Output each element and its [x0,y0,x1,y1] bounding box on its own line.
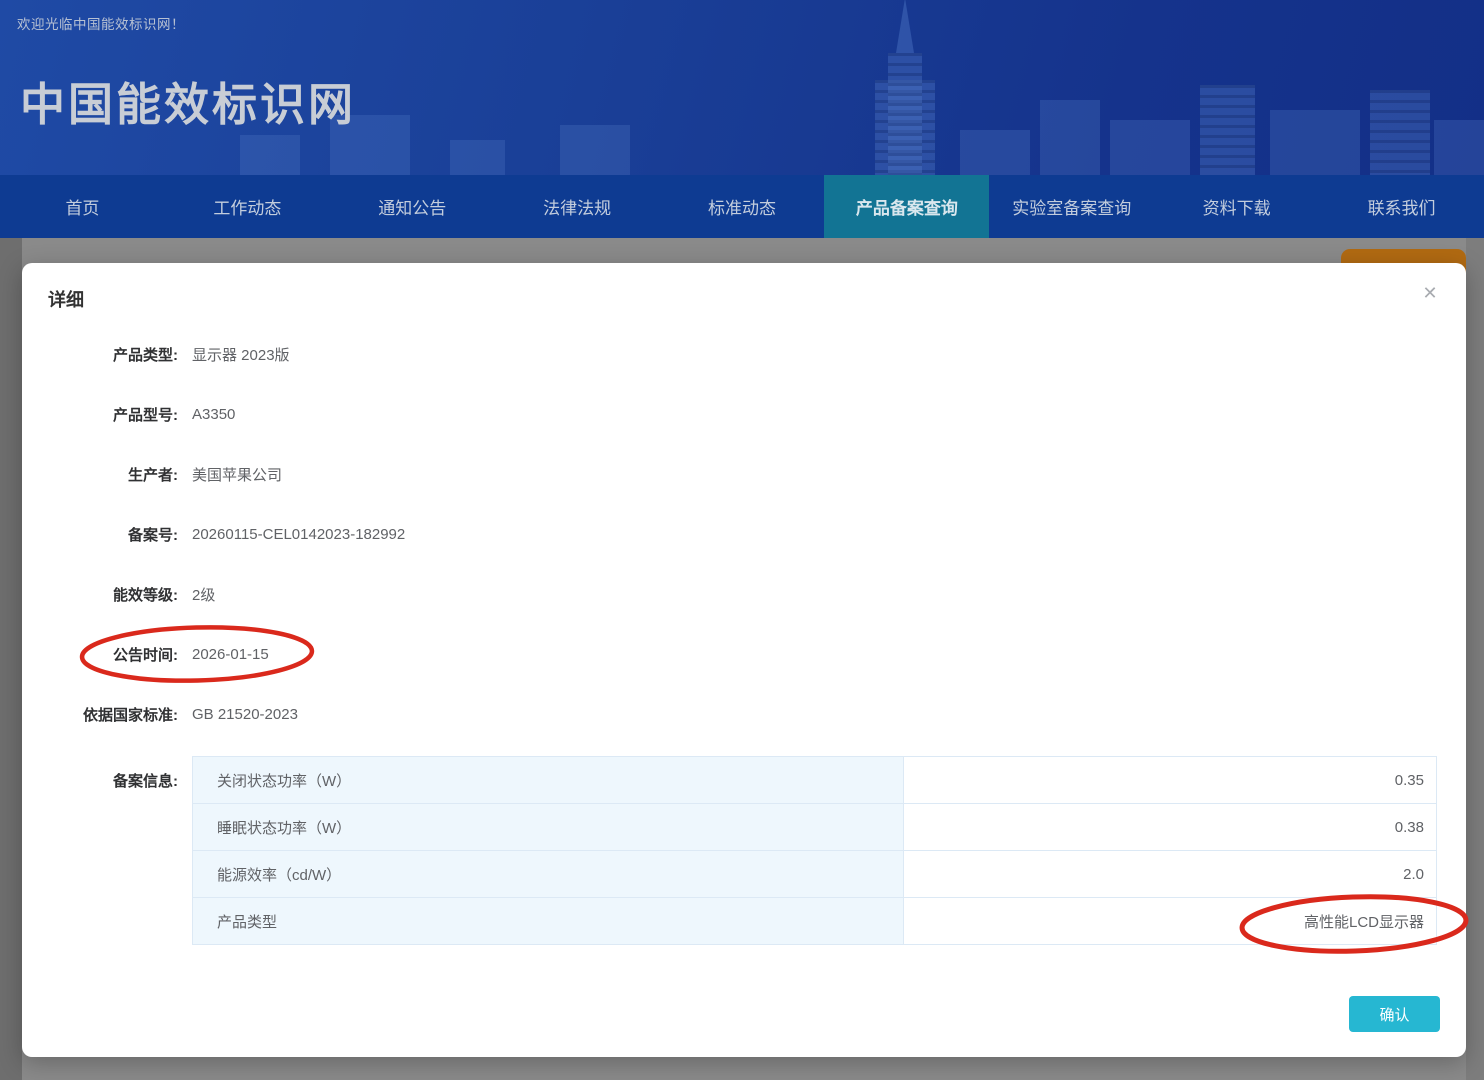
table-cell-name: 能源效率（cd/W） [192,850,904,898]
field-announce-date: 公告时间: 2026-01-15 [22,624,1466,684]
field-label: 公告时间: [22,644,178,665]
field-label: 备案号: [22,524,178,545]
field-value: GB 21520-2023 [192,706,298,723]
field-value: 20260115-CEL0142023-182992 [192,526,405,543]
dialog-title: 详细 [48,286,84,312]
field-manufacturer: 生产者: 美国苹果公司 [22,444,1466,504]
welcome-text: 欢迎光临中国能效标识网！ [17,13,185,33]
nav-item-work-news[interactable]: 工作动态 [165,175,330,238]
table-cell-value: 0.38 [904,803,1437,851]
record-info-table: 关闭状态功率（W） 0.35 睡眠状态功率（W） 0.38 能源效率（cd/W）… [192,756,1437,945]
table-cell-name: 产品类型 [192,897,904,945]
page-edge-right [1466,238,1484,1080]
field-product-model: 产品型号: A3350 [22,384,1466,444]
page-edge-left [0,238,22,1080]
table-cell-value: 高性能LCD显示器 [904,897,1437,945]
nav-item-contact[interactable]: 联系我们 [1319,175,1484,238]
field-value: 2026-01-15 [192,646,269,663]
field-national-standard: 依据国家标准: GB 21520-2023 [22,684,1466,744]
table-row: 能源效率（cd/W） 2.0 [192,850,1437,898]
site-banner: 欢迎光临中国能效标识网！ 中国能效标识网 [0,0,1484,175]
nav-item-downloads[interactable]: 资料下载 [1154,175,1319,238]
field-label: 产品类型: [22,344,178,365]
detail-dialog: 详细 ✕ 产品类型: 显示器 2023版 产品型号: A3350 生产者: 美国… [22,263,1466,1057]
field-label: 产品型号: [22,404,178,425]
nav-item-home[interactable]: 首页 [0,175,165,238]
nav-item-product-record-query[interactable]: 产品备案查询 [824,175,989,238]
field-product-category: 产品类型: 显示器 2023版 [22,324,1466,384]
field-energy-grade: 能效等级: 2级 [22,564,1466,624]
field-record-number: 备案号: 20260115-CEL0142023-182992 [22,504,1466,564]
nav-item-notices[interactable]: 通知公告 [330,175,495,238]
nav-item-standards[interactable]: 标准动态 [660,175,825,238]
table-row: 关闭状态功率（W） 0.35 [192,756,1437,804]
table-row: 产品类型 高性能LCD显示器 [192,897,1437,945]
close-icon[interactable]: ✕ [1418,281,1442,305]
detail-fields: 产品类型: 显示器 2023版 产品型号: A3350 生产者: 美国苹果公司 … [22,324,1466,744]
page: 欢迎光临中国能效标识网！ 中国能效标识网 首页 工作动态 通知公告 法律法规 标… [0,0,1484,1080]
field-value: 2级 [192,584,215,605]
nav-item-lab-record-query[interactable]: 实验室备案查询 [989,175,1154,238]
table-cell-name: 关闭状态功率（W） [192,756,904,804]
nav-item-laws[interactable]: 法律法规 [495,175,660,238]
site-logo: 中国能效标识网 [20,68,356,133]
field-label: 依据国家标准: [22,704,178,725]
field-value: A3350 [192,406,235,423]
confirm-button[interactable]: 确认 [1349,996,1440,1032]
record-info-section: 备案信息: 关闭状态功率（W） 0.35 睡眠状态功率（W） 0.38 能源效率… [22,756,1466,945]
field-label: 生产者: [22,464,178,485]
table-cell-name: 睡眠状态功率（W） [192,803,904,851]
field-label: 能效等级: [22,584,178,605]
table-cell-value: 0.35 [904,756,1437,804]
record-info-label: 备案信息: [22,756,178,945]
field-value: 美国苹果公司 [192,464,282,485]
table-cell-value: 2.0 [904,850,1437,898]
table-row: 睡眠状态功率（W） 0.38 [192,803,1437,851]
field-value: 显示器 2023版 [192,344,290,365]
main-nav: 首页 工作动态 通知公告 法律法规 标准动态 产品备案查询 实验室备案查询 资料… [0,175,1484,238]
